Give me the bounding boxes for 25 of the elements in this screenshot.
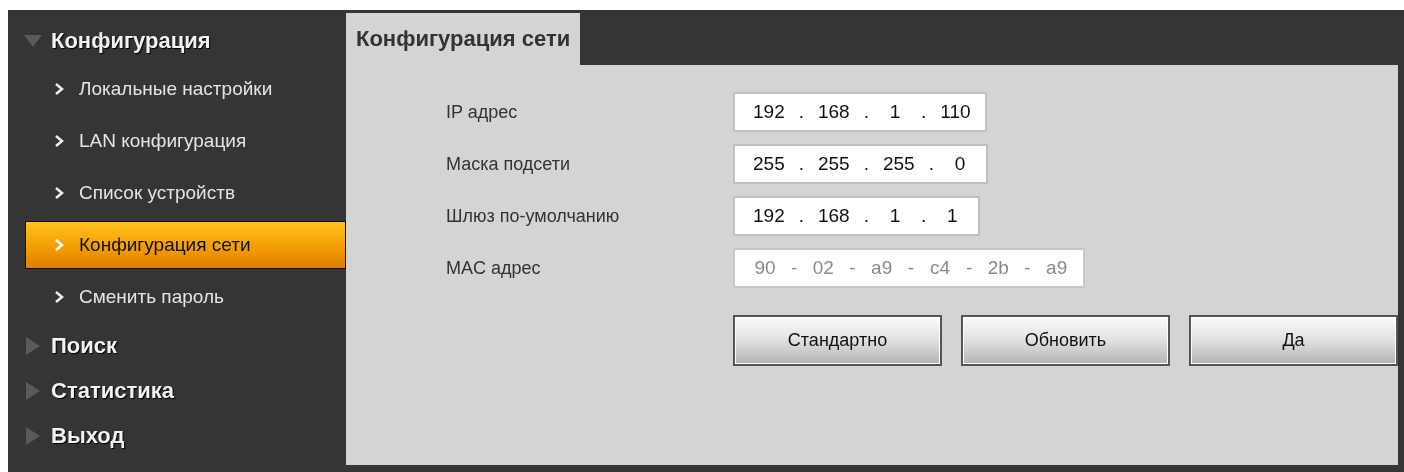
- chevron-right-icon: [54, 82, 65, 96]
- sidebar-section[interactable]: Конфигурация: [51, 27, 211, 54]
- sidebar-item[interactable]: Конфигурация сети: [25, 221, 346, 269]
- action-button[interactable]: Стандартно: [733, 315, 942, 366]
- sidebar-item[interactable]: LAN конфигурация: [25, 117, 346, 165]
- chevron-right-icon: [54, 134, 65, 148]
- sidebar-item[interactable]: Список устройств: [25, 169, 346, 217]
- sidebar-section[interactable]: Статистика: [51, 377, 174, 404]
- chevron-right-icon: [54, 238, 65, 252]
- sidebar-item[interactable]: Локальные настройки: [25, 65, 346, 113]
- chevron-right-icon: [54, 186, 65, 200]
- chevron-right-icon: [54, 290, 65, 304]
- tab[interactable]: Конфигурация сети: [346, 13, 581, 65]
- address-field[interactable]: 192 . 168 . 1 . 1: [733, 196, 981, 236]
- action-button[interactable]: Да: [1189, 315, 1398, 366]
- address-field[interactable]: 255 . 255 . 255 . 0: [733, 144, 988, 184]
- sidebar-item[interactable]: Сменить пароль: [25, 273, 346, 321]
- field-label: IP адрес: [446, 101, 519, 123]
- action-button[interactable]: Обновить: [961, 315, 1170, 366]
- address-field[interactable]: 192 . 168 . 1 . 110: [733, 92, 987, 132]
- field-label: Маска подсети: [446, 153, 572, 175]
- sidebar-section[interactable]: Поиск: [51, 332, 118, 359]
- sidebar-section[interactable]: Выход: [51, 422, 125, 449]
- field-label: MAC адрес: [446, 257, 542, 279]
- field-label: Шлюз по-умолчанию: [446, 205, 621, 227]
